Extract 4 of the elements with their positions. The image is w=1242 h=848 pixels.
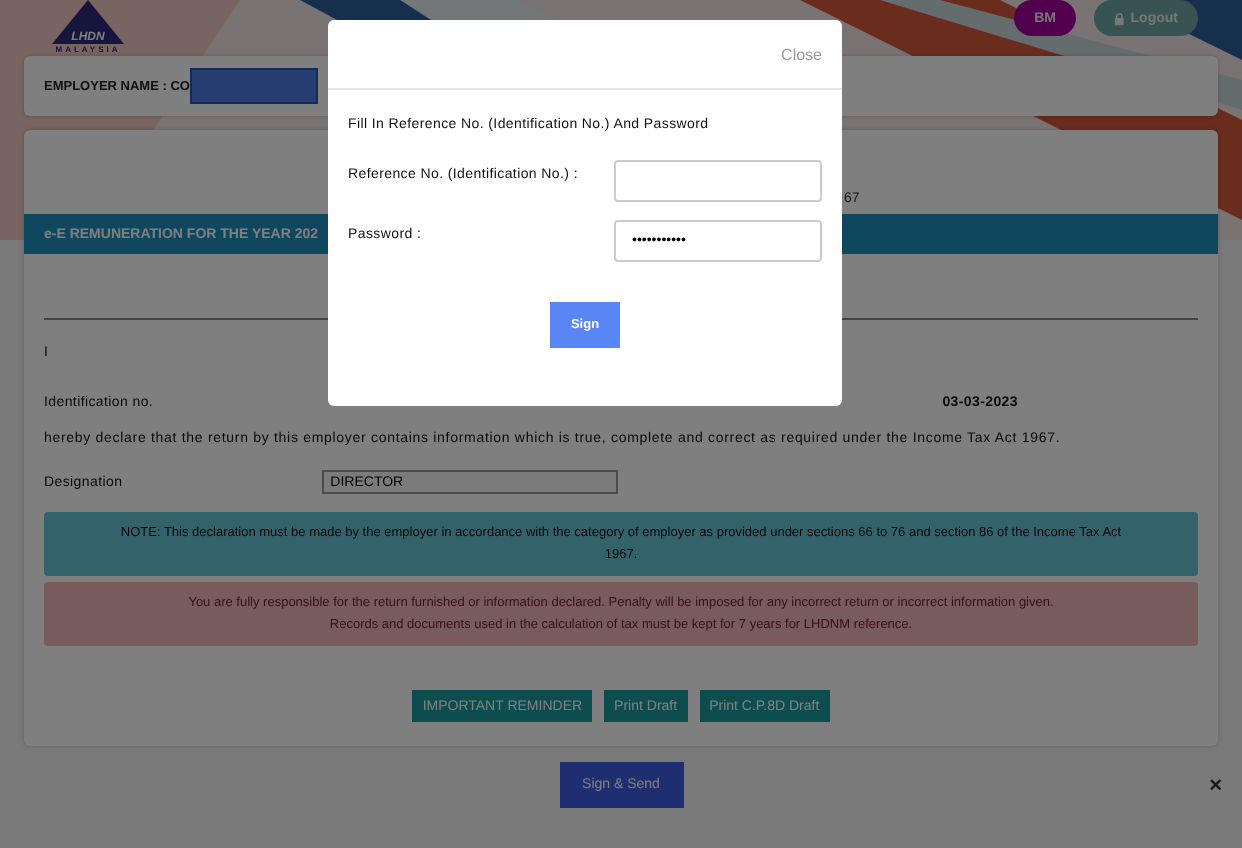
close-button[interactable]: Close — [781, 45, 822, 63]
close-icon[interactable]: × — [1209, 774, 1222, 798]
input-field[interactable] — [614, 160, 822, 202]
lock-icon — [1114, 11, 1125, 25]
